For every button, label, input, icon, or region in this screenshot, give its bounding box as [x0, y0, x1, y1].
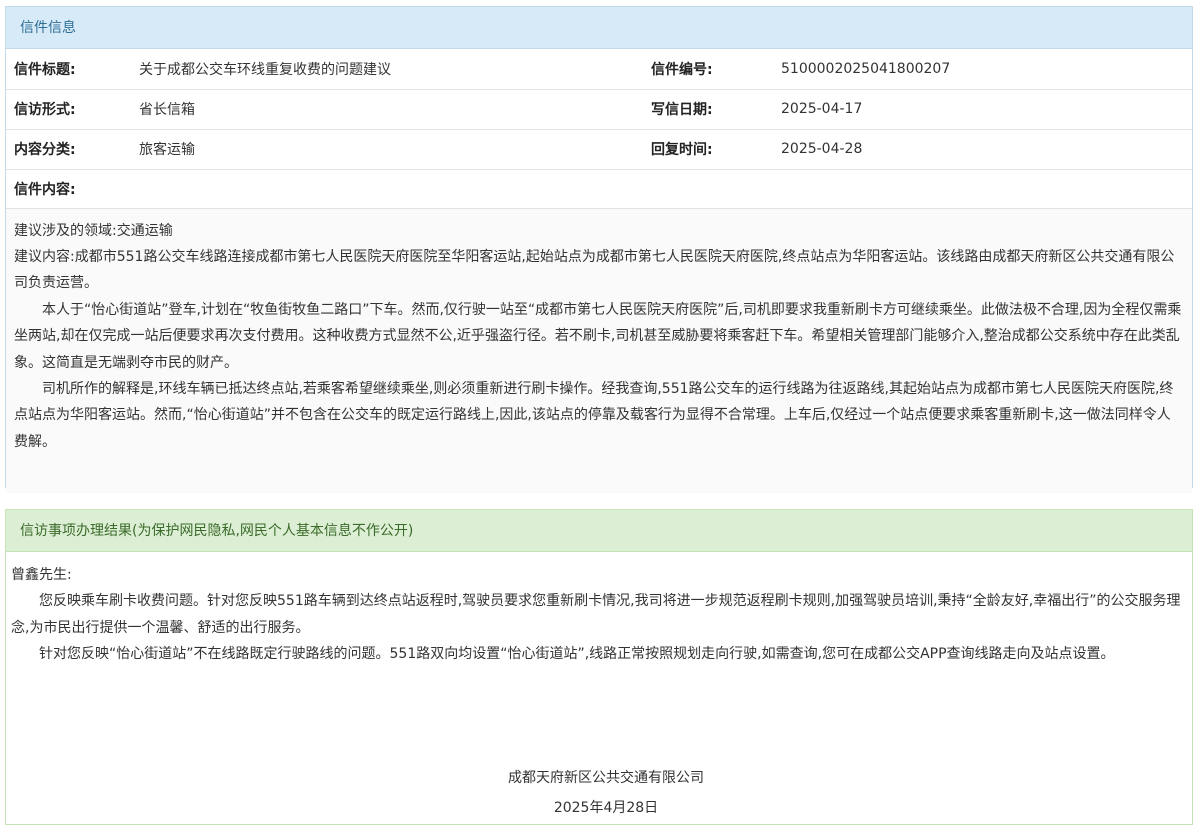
result-paragraph-2: 针对您反映“怡心街道站”不在线路既定行驶路线的问题。551路双向均设置“怡心街道… [39, 646, 1115, 663]
reply-time-value: 2025-04-28 [773, 129, 1192, 170]
result-content: 曾鑫先生: 您反映乘车刷卡收费问题。针对您反映551路车辆到达终点站返程时,驾驶… [6, 552, 1192, 668]
result-panel: 信访事项办理结果(为保护网民隐私,网民个人基本信息不作公开) 曾鑫先生: 您反映… [5, 509, 1193, 825]
info-row: 内容分类: 旅客运输 回复时间: 2025-04-28 [6, 129, 1192, 170]
title-label: 信件标题: [6, 49, 131, 90]
content-label-row: 信件内容: [6, 169, 1192, 209]
letter-number-value: 5100002025041800207 [773, 49, 1192, 90]
info-row: 信访形式: 省长信箱 写信日期: 2025-04-17 [6, 89, 1192, 130]
signature-org: 成都天府新区公共交通有限公司 [508, 770, 704, 786]
result-header: 信访事项办理结果(为保护网民隐私,网民个人基本信息不作公开) [6, 510, 1192, 552]
form-value: 省长信箱 [131, 89, 647, 130]
suggestion-line: 建议内容:成都市551路公交车线路连接成都市第七人民医院天府医院至华阳客运站,起… [14, 248, 1175, 292]
category-label: 内容分类: [6, 129, 131, 170]
letter-content: 建议涉及的领域:交通运输 建议内容:成都市551路公交车线路连接成都市第七人民医… [6, 208, 1192, 493]
letter-info-header: 信件信息 [6, 7, 1192, 49]
content-label: 信件内容: [6, 169, 1192, 209]
info-row: 信件标题: 关于成都公交车环线重复收费的问题建议 信件编号: 510000202… [6, 49, 1192, 90]
content-paragraph-1: 本人于“怡心街道站”登车,计划在“牧鱼街牧鱼二路口”下车。然而,仅行驶一站至“成… [14, 301, 1182, 371]
category-value: 旅客运输 [131, 129, 647, 170]
domain-line: 建议涉及的领域:交通运输 [14, 222, 173, 239]
letter-info-panel: 信件信息 信件标题: 关于成都公交车环线重复收费的问题建议 信件编号: 5100… [5, 6, 1193, 493]
letter-info-table: 信件标题: 关于成都公交车环线重复收费的问题建议 信件编号: 510000202… [6, 49, 1192, 209]
result-paragraph-1: 您反映乘车刷卡收费问题。针对您反映551路车辆到达终点站返程时,驾驶员要求您重新… [11, 593, 1181, 636]
letter-number-label: 信件编号: [647, 49, 773, 90]
form-label: 信访形式: [6, 89, 131, 130]
reply-time-label: 回复时间: [647, 129, 773, 170]
content-paragraph-2: 司机所作的解释是,环线车辆已抵达终点站,若乘客希望继续乘坐,则必须重新进行刷卡操… [14, 380, 1174, 450]
write-date-value: 2025-04-17 [773, 89, 1192, 130]
greeting: 曾鑫先生: [11, 567, 72, 583]
signature-date: 2025年4月28日 [553, 800, 659, 816]
title-value: 关于成都公交车环线重复收费的问题建议 [131, 49, 647, 90]
write-date-label: 写信日期: [647, 89, 773, 130]
